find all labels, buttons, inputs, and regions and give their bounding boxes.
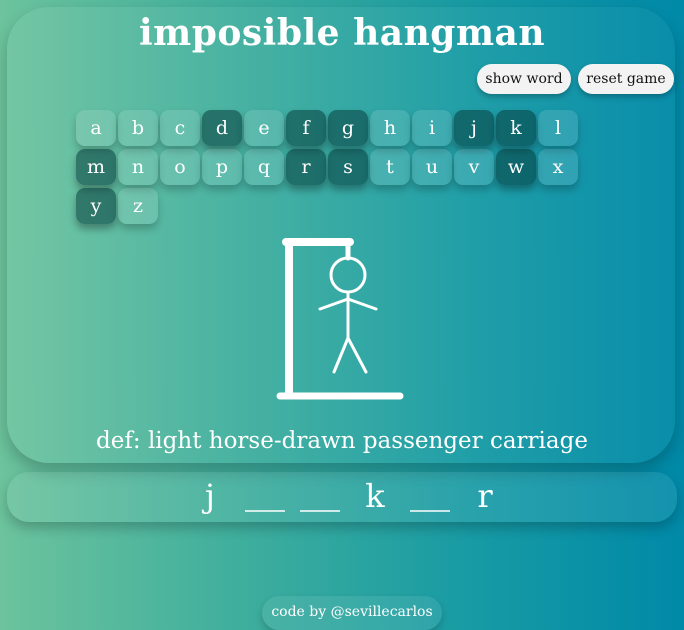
key-t[interactable]: t: [370, 149, 410, 185]
key-a[interactable]: a: [76, 110, 116, 146]
hangman-figure-icon: [276, 238, 404, 400]
word-letter: r: [477, 477, 493, 515]
key-g[interactable]: g: [328, 110, 368, 146]
author-credit-link[interactable]: code by @sevillecarlos: [262, 596, 442, 630]
key-i[interactable]: i: [412, 110, 452, 146]
key-p[interactable]: p: [202, 149, 242, 185]
key-r[interactable]: r: [286, 149, 326, 185]
key-u[interactable]: u: [412, 149, 452, 185]
word-blank: [245, 510, 285, 512]
word-letter: k: [365, 477, 385, 515]
key-b[interactable]: b: [118, 110, 158, 146]
key-w[interactable]: w: [496, 149, 536, 185]
key-m[interactable]: m: [76, 149, 116, 185]
key-n[interactable]: n: [118, 149, 158, 185]
hangman-head: [329, 256, 367, 294]
key-z[interactable]: z: [118, 188, 158, 224]
key-d[interactable]: d: [202, 110, 242, 146]
key-f[interactable]: f: [286, 110, 326, 146]
key-l[interactable]: l: [538, 110, 578, 146]
word-definition: def: light horse-drawn passenger carriag…: [96, 428, 588, 454]
show-word-button[interactable]: show word: [477, 64, 571, 94]
key-k[interactable]: k: [496, 110, 536, 146]
key-v[interactable]: v: [454, 149, 494, 185]
reset-game-button[interactable]: reset game: [578, 64, 674, 94]
key-q[interactable]: q: [244, 149, 284, 185]
key-s[interactable]: s: [328, 149, 368, 185]
word-display: [7, 472, 677, 522]
hangman-left-arm: [318, 297, 350, 311]
key-j[interactable]: j: [454, 110, 494, 146]
word-letter: j: [205, 477, 215, 515]
hangman-right-arm: [346, 297, 378, 311]
key-e[interactable]: e: [244, 110, 284, 146]
key-c[interactable]: c: [160, 110, 200, 146]
key-o[interactable]: o: [160, 149, 200, 185]
word-blank: [300, 510, 340, 512]
key-h[interactable]: h: [370, 110, 410, 146]
word-blank: [410, 510, 450, 512]
page-title: imposible hangman: [138, 12, 546, 54]
hangman-left-leg: [332, 336, 350, 374]
hangman-right-leg: [346, 336, 368, 374]
key-y[interactable]: y: [76, 188, 116, 224]
key-x[interactable]: x: [538, 149, 578, 185]
